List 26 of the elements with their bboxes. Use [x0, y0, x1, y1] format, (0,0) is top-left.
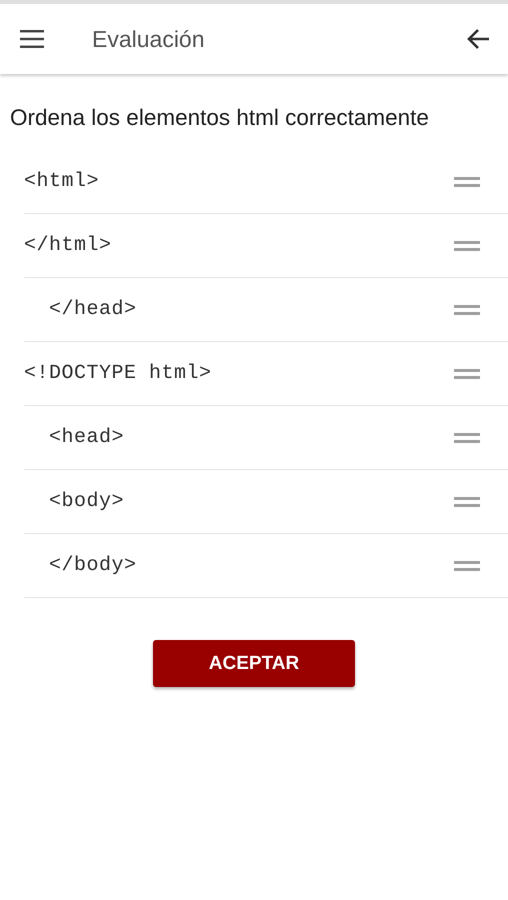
- sortable-item[interactable]: </html>: [24, 214, 508, 278]
- sortable-item[interactable]: </body>: [24, 534, 508, 598]
- sortable-item[interactable]: </head>: [24, 278, 508, 342]
- item-text: <body>: [48, 490, 124, 513]
- sortable-item[interactable]: <html>: [24, 150, 508, 214]
- sortable-item[interactable]: <head>: [24, 406, 508, 470]
- app-bar-title: Evaluación: [92, 26, 206, 52]
- accept-button[interactable]: ACEPTAR: [153, 640, 355, 687]
- back-arrow-icon[interactable]: [466, 28, 490, 50]
- drag-handle-icon[interactable]: [454, 560, 480, 570]
- menu-icon[interactable]: [20, 30, 44, 48]
- item-text: <head>: [48, 426, 124, 449]
- item-text: </head>: [48, 298, 137, 321]
- drag-handle-icon[interactable]: [454, 496, 480, 506]
- question-text: Ordena los elementos html correctamente: [10, 104, 430, 132]
- drag-handle-icon[interactable]: [454, 368, 480, 378]
- drag-handle-icon[interactable]: [454, 176, 480, 186]
- drag-handle-icon[interactable]: [454, 304, 480, 314]
- item-text: </html>: [24, 234, 112, 257]
- item-text: <html>: [24, 170, 100, 193]
- drag-handle-icon[interactable]: [454, 432, 480, 442]
- sortable-item[interactable]: <!DOCTYPE html>: [24, 342, 508, 406]
- item-text: </body>: [48, 554, 137, 577]
- item-text: <!DOCTYPE html>: [24, 362, 212, 385]
- drag-handle-icon[interactable]: [454, 240, 480, 250]
- sortable-item[interactable]: <body>: [24, 470, 508, 534]
